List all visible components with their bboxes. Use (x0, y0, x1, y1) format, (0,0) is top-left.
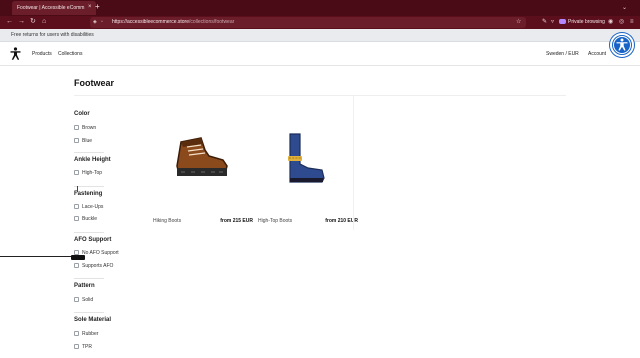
filter-group-fastening: Fastening Lace-Ups Buckle (74, 190, 144, 222)
checkbox[interactable] (74, 216, 79, 221)
private-browsing-indicator: Private browsing (559, 19, 605, 26)
high-top-boot-image[interactable] (258, 100, 358, 200)
account-icon[interactable]: ◎ (619, 19, 624, 25)
browser-toolbar: ← → ↻ ⌂ ◈ ▫ https://accessibleecommerce.… (0, 16, 640, 29)
filter-heading: AFO Support (74, 237, 112, 243)
drag-handle[interactable] (71, 255, 85, 260)
divider (353, 95, 354, 230)
reload-icon[interactable]: ↻ (30, 18, 36, 26)
tab-title: Footwear | Accessible eComm (17, 5, 85, 11)
browser-tab[interactable]: Footwear | Accessible eComm (12, 1, 96, 15)
forward-icon[interactable]: → (18, 18, 25, 26)
filter-group-sole-material: Sole Material Rubber TPR (74, 316, 144, 350)
nav-collections[interactable]: Collections (58, 51, 82, 58)
drag-line (0, 256, 80, 257)
product-card[interactable]: High-Top Boots from 210 EUR (258, 100, 358, 230)
site-header: Products Collections Sweden / EUR Accoun… (0, 42, 640, 66)
divider (74, 152, 104, 153)
accessibility-logo-icon[interactable] (10, 47, 21, 60)
checkbox[interactable] (74, 125, 79, 130)
divider (74, 312, 104, 313)
divider (74, 232, 104, 233)
product-name[interactable]: High-Top Boots (258, 218, 292, 224)
filter-group-afo-support: AFO Support No AFO Support Supports AFO (74, 236, 144, 269)
accessibility-widget-button[interactable] (610, 33, 634, 57)
text-cursor-icon (77, 186, 78, 192)
mask-icon (559, 19, 566, 24)
lock-icon[interactable]: ▫ (101, 19, 103, 25)
back-icon[interactable]: ← (6, 18, 13, 26)
checkbox[interactable] (74, 331, 79, 336)
new-tab-button[interactable]: + (95, 3, 100, 11)
extension-icon[interactable]: ✎ (542, 19, 547, 25)
product-price: from 215 EUR (220, 218, 253, 224)
divider (74, 95, 566, 96)
filter-heading: Color (74, 111, 90, 117)
checkbox[interactable] (74, 138, 79, 143)
url-text: https://accessibleecommerce.store/collec… (112, 19, 235, 25)
menu-icon[interactable]: ≡ (630, 19, 634, 25)
divider (74, 186, 104, 187)
shield-icon[interactable]: ◈ (93, 19, 97, 25)
checkbox[interactable] (74, 344, 79, 349)
close-tab-icon[interactable]: × (88, 4, 92, 10)
page-title: Footwear (74, 78, 115, 88)
filter-group-color: Color Brown Blue (74, 110, 144, 144)
checkbox[interactable] (74, 204, 79, 209)
product-card[interactable]: Hiking Boots from 215 EUR (153, 100, 253, 230)
account-link[interactable]: Account (588, 51, 606, 58)
addon-icon[interactable]: ◉ (608, 19, 613, 25)
hiking-boot-image[interactable] (153, 100, 253, 200)
product-name[interactable]: Hiking Boots (153, 218, 181, 224)
filter-heading: Sole Material (74, 317, 112, 323)
filter-heading: Ankle Height (74, 157, 111, 163)
accessibility-icon (613, 36, 631, 54)
checkbox[interactable] (74, 263, 79, 268)
checkbox[interactable] (74, 170, 79, 175)
checkbox[interactable] (74, 297, 79, 302)
star-icon[interactable]: ☆ (516, 18, 521, 25)
announcement-bar: Free returns for users with disabilities (0, 29, 640, 42)
pocket-icon[interactable]: ▿ (551, 19, 554, 25)
announcement-text: Free returns for users with disabilities (11, 32, 94, 38)
browser-tab-bar: Footwear | Accessible eComm × + ⌄ (0, 0, 640, 16)
filter-group-ankle-height: Ankle Height High-Top (74, 156, 144, 176)
filter-heading: Fastening (74, 191, 103, 197)
address-bar[interactable]: ◈ ▫ https://accessibleecommerce.store/co… (90, 17, 526, 28)
filter-group-pattern: Pattern Solid (74, 282, 144, 303)
divider (74, 278, 104, 279)
home-icon[interactable]: ⌂ (42, 18, 46, 26)
list-tabs-icon[interactable]: ⌄ (622, 4, 627, 11)
filter-heading: Pattern (74, 283, 95, 289)
region-selector[interactable]: Sweden / EUR (546, 51, 579, 58)
nav-products[interactable]: Products (32, 51, 52, 58)
